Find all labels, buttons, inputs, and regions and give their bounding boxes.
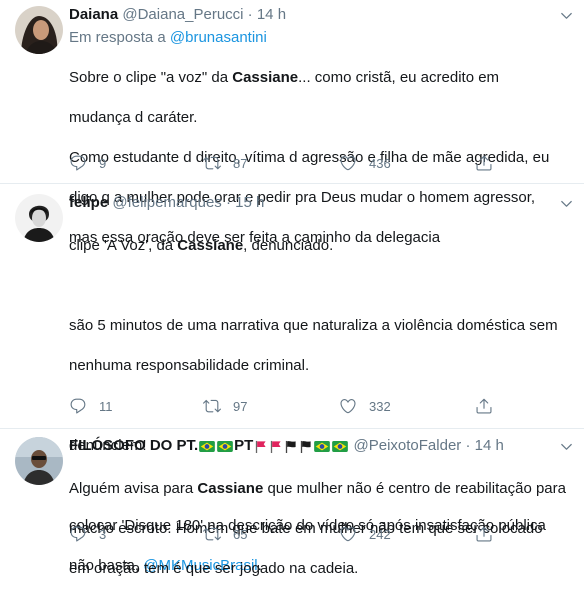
retweet-button[interactable]: 97 <box>203 397 247 415</box>
display-name[interactable]: FILÓSOFO DO PT. PT <box>69 437 349 454</box>
user-handle[interactable]: @PeixotoFalder <box>354 437 462 454</box>
like-count: 436 <box>369 155 391 171</box>
brazil-flag-icon <box>314 441 330 452</box>
reply-mention-link[interactable]: @brunasantini <box>170 29 267 46</box>
avatar[interactable] <box>15 437 63 485</box>
share-icon <box>475 525 493 543</box>
reply-icon <box>69 397 87 415</box>
tweet-felipe[interactable]: felipe @felipemarques · 15 h clipe 'A Vo… <box>0 184 584 574</box>
tweet-filosofo[interactable]: FILÓSOFO DO PT. PT @PeixotoFalder · 14 h … <box>0 429 584 577</box>
like-count: 332 <box>369 398 391 414</box>
display-name[interactable]: felipe <box>69 194 108 211</box>
reply-prefix: Em resposta a <box>69 29 170 46</box>
user-handle[interactable]: @felipemarques <box>112 194 221 211</box>
like-button[interactable]: 242 <box>339 525 391 543</box>
separator-dot: · <box>225 194 231 211</box>
like-button[interactable]: 436 <box>339 154 391 172</box>
like-button[interactable]: 332 <box>339 397 391 415</box>
share-button[interactable] <box>475 154 505 172</box>
brazil-flag-icon <box>332 441 348 452</box>
text-line: mudança d caráter. <box>69 109 198 126</box>
tweet-actions: 11 97 332 <box>0 395 584 417</box>
share-icon <box>475 154 493 172</box>
retweet-icon <box>203 397 221 415</box>
timestamp[interactable]: 14 h <box>475 437 504 454</box>
avatar[interactable] <box>15 194 63 242</box>
brazil-flag-icon <box>217 441 233 452</box>
share-button[interactable] <box>475 397 505 415</box>
text-line: em oração tem é que ser jogado na cadeia… <box>69 560 359 577</box>
reply-button[interactable]: 11 <box>69 397 113 415</box>
timestamp[interactable]: 15 h <box>235 194 264 211</box>
text-line: clipe 'A Voz', da Cassiane, denunciado. <box>69 237 334 254</box>
retweet-icon <box>203 525 221 543</box>
like-count: 242 <box>369 526 391 542</box>
retweet-count: 87 <box>233 155 248 171</box>
retweet-button[interactable]: 87 <box>203 154 247 172</box>
retweet-icon <box>203 154 221 172</box>
chevron-down-icon[interactable] <box>559 196 574 211</box>
display-name[interactable]: Daiana <box>69 6 118 23</box>
reply-count: 11 <box>99 398 113 414</box>
reply-button[interactable]: 3 <box>69 525 106 543</box>
text-line: Sobre o clipe "a voz" da Cassiane... com… <box>69 69 500 86</box>
tweet-header: felipe @felipemarques · 15 h <box>69 192 574 214</box>
black-flag-icon <box>299 440 312 453</box>
like-icon <box>339 525 357 543</box>
reply-button[interactable]: 9 <box>69 154 106 172</box>
tweet-actions: 3 65 242 <box>0 523 584 545</box>
text-line: nenhuma responsabilidade criminal. <box>69 357 310 374</box>
share-button[interactable] <box>475 525 505 543</box>
reply-count: 3 <box>99 526 107 542</box>
tweet-header: FILÓSOFO DO PT. PT @PeixotoFalder · 14 h <box>69 435 574 457</box>
reply-count: 9 <box>99 155 107 171</box>
tweet-actions: 9 87 436 <box>0 152 584 174</box>
text-line: Alguém avisa para Cassiane que mulher nã… <box>69 480 566 497</box>
like-icon <box>339 397 357 415</box>
retweet-button[interactable]: 65 <box>203 525 247 543</box>
separator-dot: · <box>247 6 253 23</box>
black-flag-icon <box>284 440 297 453</box>
user-handle[interactable]: @Daiana_Perucci <box>122 6 243 23</box>
brazil-flag-icon <box>199 441 215 452</box>
tweet-header: Daiana @Daiana_Perucci · 14 h <box>69 4 574 26</box>
chevron-down-icon[interactable] <box>559 8 574 23</box>
avatar[interactable] <box>15 6 63 54</box>
reply-icon <box>69 525 87 543</box>
reply-icon <box>69 154 87 172</box>
share-icon <box>475 397 493 415</box>
red-flag-icon <box>254 440 267 453</box>
like-icon <box>339 154 357 172</box>
retweet-count: 65 <box>233 526 248 542</box>
separator-dot: · <box>465 437 471 454</box>
reply-context: Em resposta a @brunasantini <box>69 28 574 48</box>
retweet-count: 97 <box>233 398 248 414</box>
red-flag-icon <box>269 440 282 453</box>
chevron-down-icon[interactable] <box>559 439 574 454</box>
tweet-daiana[interactable]: Daiana @Daiana_Perucci · 14 h Em respost… <box>0 0 584 246</box>
timestamp[interactable]: 14 h <box>257 6 286 23</box>
text-line: são 5 minutos de uma narrativa que natur… <box>69 317 558 334</box>
